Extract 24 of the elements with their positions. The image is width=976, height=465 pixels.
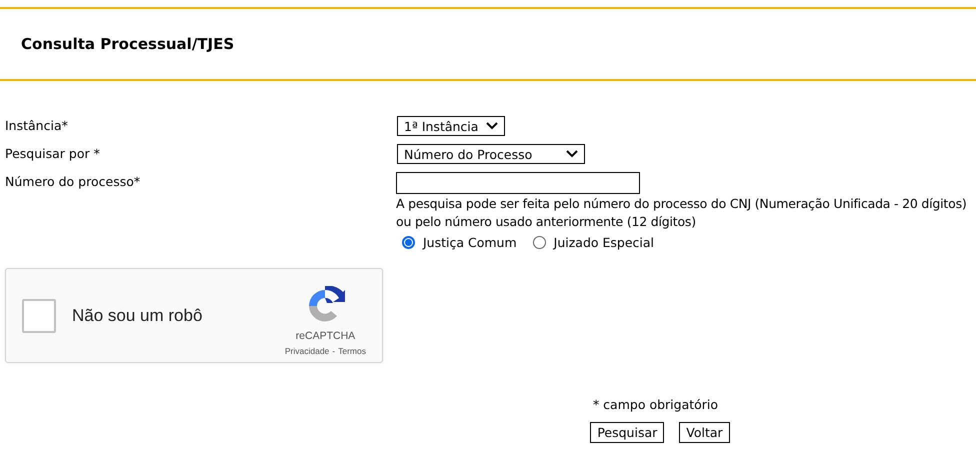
select-field[interactable]: Número do Processo — [397, 144, 585, 164]
page-title: Consulta Processual/TJES — [21, 35, 234, 53]
help-text: A pesquisa pode ser feita pelo número do processo do CNJ (Numeração Unificada - 20 dígitos) — [396, 196, 967, 211]
radio-button[interactable] — [532, 236, 546, 249]
field-label: Número do processo* — [5, 174, 140, 189]
select-field[interactable]: 1ª Instância — [397, 116, 506, 136]
privacy-link[interactable]: Privacidade — [284, 346, 330, 356]
field-label: Instância* — [5, 118, 68, 133]
form-button[interactable]: Voltar — [679, 422, 730, 443]
chevron-down-icon — [566, 150, 578, 158]
radio-label[interactable]: Juizado Especial — [554, 235, 654, 250]
radio-button[interactable] — [402, 236, 415, 249]
captcha-brand: reCAPTCHA — [296, 330, 356, 342]
help-text: ou pelo número usado anteriormente (12 dígitos) — [396, 214, 696, 229]
required-note: * campo obrigatório — [592, 397, 718, 412]
radio-label[interactable]: Justiça Comum — [423, 235, 517, 250]
field-label: Pesquisar por * — [5, 146, 100, 161]
link-separator: - — [332, 346, 336, 356]
form-button[interactable]: Pesquisar — [590, 422, 664, 443]
terms-link[interactable]: Termos — [338, 346, 366, 356]
captcha-checkbox[interactable] — [22, 298, 56, 332]
captcha-label: Não sou um robô — [72, 306, 204, 326]
input-field[interactable] — [396, 172, 640, 194]
chevron-down-icon — [486, 122, 498, 130]
